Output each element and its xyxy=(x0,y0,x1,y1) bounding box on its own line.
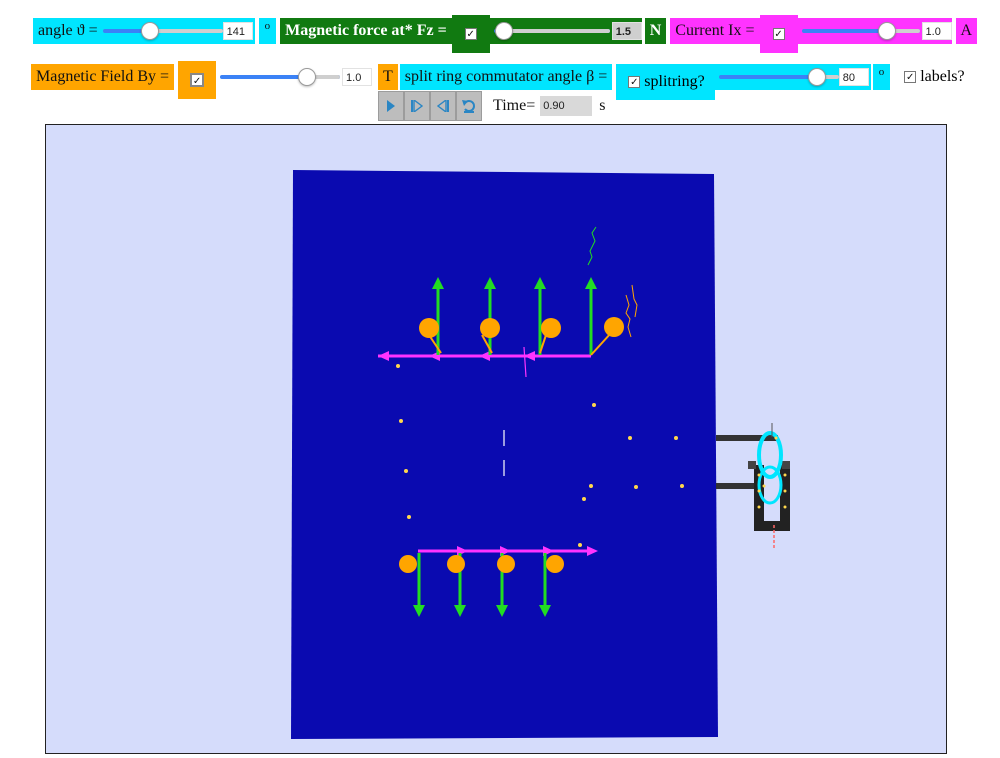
reset-icon xyxy=(462,100,475,113)
force-slider[interactable] xyxy=(493,22,610,40)
simulation-scene xyxy=(291,170,790,739)
force-value-field[interactable]: 1.5 xyxy=(611,22,642,40)
commutator-value-field[interactable]: 80 xyxy=(838,68,869,86)
current-value-field[interactable]: 1.0 xyxy=(921,22,952,40)
angle-label: angle ϑ = xyxy=(33,18,103,44)
current-label: Current Ix = xyxy=(670,18,760,44)
field-value-field[interactable]: 1.0 xyxy=(342,68,373,86)
current-checkbox-wrap: ✓ xyxy=(759,15,798,53)
play-icon xyxy=(387,100,395,112)
splitring-checkbox[interactable]: ✓ xyxy=(628,76,641,88)
labels-checkbox[interactable]: ✓ xyxy=(904,71,917,83)
force-slider-wrap: 1.5 xyxy=(489,18,642,44)
magnetic-field-plate xyxy=(291,170,718,739)
play-button[interactable] xyxy=(378,91,404,121)
angle-value-field[interactable]: 141 xyxy=(222,22,253,40)
current-checkbox[interactable]: ✓ xyxy=(772,28,785,40)
force-unit: N xyxy=(644,18,667,44)
commutator-slider[interactable] xyxy=(718,68,839,86)
field-slider[interactable] xyxy=(220,68,341,86)
current-slider[interactable] xyxy=(801,22,920,40)
angle-unit: o xyxy=(258,18,277,44)
reset-button[interactable] xyxy=(456,91,482,121)
controls-row-angle-force-current: angle ϑ = 141 o Magnetic force at* Fz = … xyxy=(0,9,978,53)
step-back-button[interactable] xyxy=(430,91,456,121)
split-ring-commutator xyxy=(716,423,790,550)
angle-slider-wrap: 141 xyxy=(102,18,255,44)
simulation-canvas[interactable] xyxy=(45,124,947,754)
current-unit: A xyxy=(955,18,978,44)
commutator-label: split ring commutator angle β = xyxy=(399,64,613,90)
force-checkbox-wrap: ✓ xyxy=(451,15,490,53)
labels-toggle: ✓ labels? xyxy=(904,68,965,86)
field-checkbox-wrap: ✓ xyxy=(178,61,217,99)
commutator-unit: o xyxy=(872,64,891,90)
step-forward-button[interactable] xyxy=(404,91,430,121)
field-unit: T xyxy=(378,64,398,90)
commutator-slider-wrap: 80 xyxy=(714,64,871,90)
time-label: Time= xyxy=(493,97,536,114)
step-forward-icon xyxy=(411,100,423,112)
field-label: Magnetic Field By = xyxy=(31,64,175,90)
field-slider-wrap: 1.0 xyxy=(216,64,373,90)
time-unit: s xyxy=(599,97,606,114)
splitring-toggle: ✓ splitring? xyxy=(616,64,715,100)
labels-label: labels? xyxy=(920,68,965,85)
field-checkbox[interactable]: ✓ xyxy=(190,73,205,87)
angle-slider[interactable] xyxy=(102,22,223,40)
force-checkbox[interactable]: ✓ xyxy=(464,28,477,40)
current-slider-wrap: 1.0 xyxy=(797,18,952,44)
force-label: Magnetic force at* Fz = xyxy=(280,18,452,44)
playback-controls: Time= 0.90 s xyxy=(378,91,610,121)
time-value-field: 0.90 xyxy=(540,96,593,116)
splitring-label: splitring? xyxy=(644,73,705,90)
step-back-icon xyxy=(437,100,449,112)
